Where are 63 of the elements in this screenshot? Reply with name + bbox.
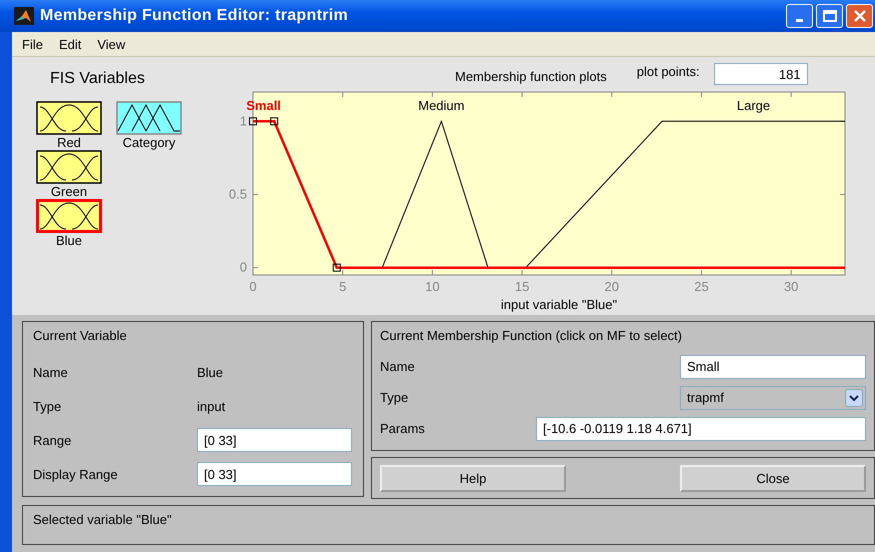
range-field[interactable]: [0 33] <box>197 428 352 452</box>
variable-label: Red <box>57 135 81 150</box>
field-label: Display Range <box>33 466 119 482</box>
x-tick-label: 15 <box>514 279 530 294</box>
plot-title: Membership function plots <box>455 68 607 84</box>
point-handle[interactable] <box>270 117 278 126</box>
fis-variables-heading: FIS Variables <box>50 70 146 88</box>
dialog-button[interactable]: Help <box>380 464 566 492</box>
close-icon <box>854 10 866 22</box>
params-field[interactable]: [-10.6 -0.0119 1.18 4.671] <box>536 416 866 440</box>
point-handle[interactable] <box>332 264 341 272</box>
menu-item[interactable]: View <box>91 34 132 54</box>
maximize-button[interactable] <box>816 4 843 28</box>
menu-item[interactable]: File <box>16 34 49 54</box>
menu-item[interactable]: Edit <box>52 34 88 54</box>
panel-title: Current Membership Function (click on MF to select) <box>380 328 683 343</box>
variable-label: Category <box>122 135 176 150</box>
close-button[interactable] <box>846 4 873 28</box>
field-label: Params <box>380 421 426 436</box>
minimize-button[interactable] <box>786 4 813 28</box>
status-bar: Selected variable "Blue" <box>22 505 875 545</box>
curve-label: Small <box>246 98 281 113</box>
curve-label: Medium <box>418 98 464 113</box>
x-tick-label: 20 <box>604 279 620 294</box>
variable-type: input <box>197 398 226 414</box>
variable-label: Blue <box>56 233 82 248</box>
window-title: Membership Function Editor: trapntrim <box>40 7 349 25</box>
field-label: Range <box>33 432 72 448</box>
x-tick-label: 30 <box>784 279 798 294</box>
panel-title: Current Variable <box>33 328 128 343</box>
chevron-down-icon <box>845 388 863 406</box>
mf-name-field[interactable]: Small <box>680 354 866 378</box>
y-tick-label: 0 <box>240 260 247 275</box>
field-label: Type <box>33 398 62 414</box>
x-tick-label: 10 <box>425 279 440 294</box>
plot-points-label: plot points: <box>636 64 700 78</box>
app-logo-icon <box>14 7 34 25</box>
x-axis-label: input variable "Blue" <box>500 297 618 312</box>
bell-curves-icon[interactable] <box>36 150 102 184</box>
x-tick-label: 0 <box>249 279 257 294</box>
x-tick-label: 25 <box>694 279 709 294</box>
variable-name: Blue <box>197 364 224 380</box>
y-tick-label: 0.5 <box>228 186 247 202</box>
bell-curves-icon[interactable] <box>36 101 102 135</box>
field-label: Name <box>380 359 416 374</box>
maximize-icon <box>822 10 836 22</box>
y-tick-label: 1 <box>240 113 247 128</box>
membership-curve[interactable] <box>253 120 845 269</box>
display-range-field[interactable]: [0 33] <box>197 462 352 486</box>
membership-curve[interactable] <box>525 120 846 268</box>
bell-curves-icon[interactable] <box>36 199 102 233</box>
curve-label: Large <box>736 98 770 113</box>
minimize-icon <box>796 18 803 22</box>
membership-curve[interactable] <box>382 120 488 268</box>
field-label: Type <box>380 390 410 405</box>
dialog-button[interactable]: Close <box>680 464 866 492</box>
mf-type-dropdown[interactable]: trapmf <box>680 386 866 410</box>
x-tick-label: 5 <box>339 279 346 294</box>
field-label: Name <box>33 364 69 380</box>
point-handle[interactable] <box>249 117 257 126</box>
variable-label: Green <box>50 184 88 199</box>
plot-points-field[interactable]: 181 <box>714 63 808 85</box>
triangles-icon[interactable] <box>116 101 182 135</box>
